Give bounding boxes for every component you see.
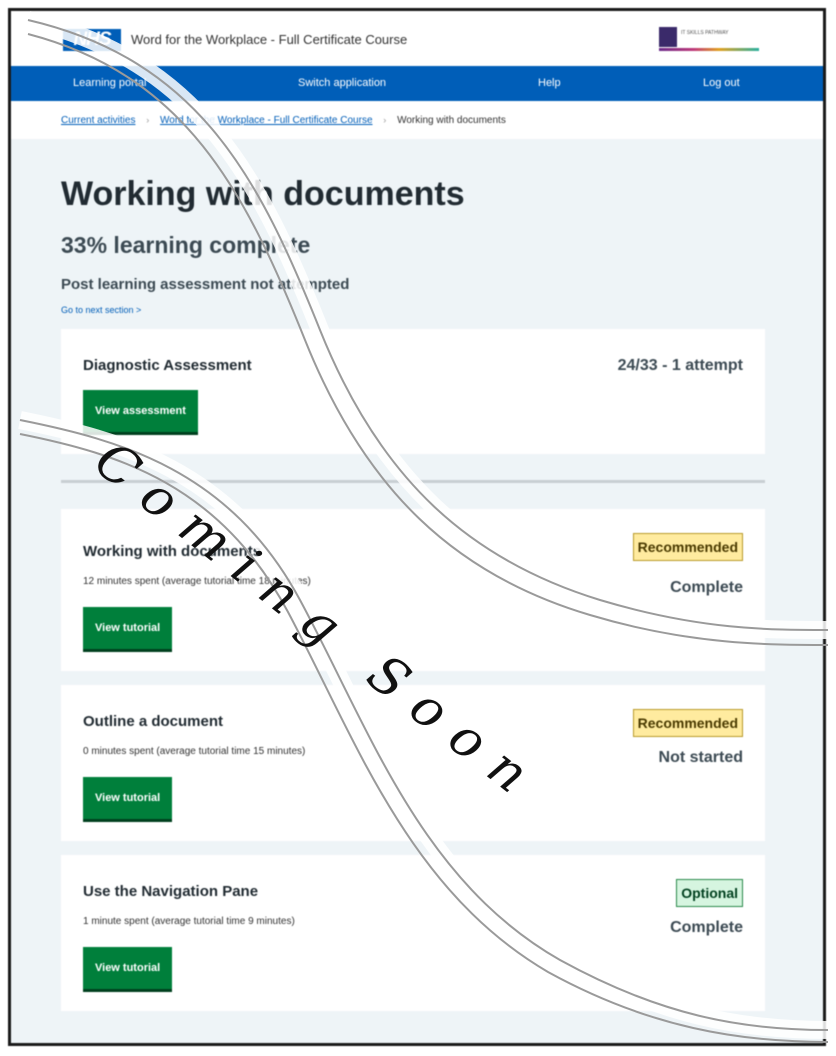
nav-log-out[interactable]: Log out: [703, 77, 740, 89]
main-content: Working with documents 33% learning comp…: [11, 175, 823, 1011]
next-section-link[interactable]: Go to next section >: [61, 305, 765, 315]
view-tutorial-button[interactable]: View tutorial: [83, 607, 173, 649]
page-title: Working with documents: [61, 175, 465, 213]
diagnostic-card: Diagnostic Assessment 24/33 - 1 attempt …: [61, 329, 765, 454]
status-badge: Recommended: [632, 709, 743, 737]
breadcrumb-current: Working with documents: [397, 115, 506, 126]
nav-help[interactable]: Help: [538, 77, 561, 89]
chevron-right-icon: ›: [146, 115, 150, 125]
screenshot-frame: NHS Word for the Workplace - Full Certif…: [8, 8, 826, 1046]
progress-text: 33% learning complete: [61, 232, 311, 258]
diagnostic-score: 24/33 - 1 attempt: [617, 357, 743, 374]
view-assessment-button[interactable]: View assessment: [83, 390, 198, 432]
tutorial-meta: 12 minutes spent (average tutorial time …: [83, 576, 311, 587]
tutorial-meta: 0 minutes spent (average tutorial time 1…: [83, 746, 306, 757]
tutorial-card: Use the Navigation Pane Optional Complet…: [61, 855, 765, 1011]
tutorial-status: Complete: [670, 919, 743, 936]
tutorial-meta: 1 minute spent (average tutorial time 9 …: [83, 916, 295, 927]
status-badge: Optional: [676, 879, 743, 907]
post-assessment-status: Post learning assessment not attempted: [61, 276, 350, 293]
partner-logo-mark: [659, 27, 677, 47]
nav-switch-application[interactable]: Switch application: [298, 77, 386, 89]
tutorial-title: Use the Navigation Pane: [83, 883, 259, 900]
tutorial-status: Not started: [658, 749, 743, 766]
view-tutorial-button[interactable]: View tutorial: [83, 777, 173, 819]
main-nav: Learning portal Switch application Help …: [11, 66, 823, 101]
app-title: Word for the Workplace - Full Certificat…: [131, 32, 408, 47]
tutorial-status: Complete: [670, 579, 743, 596]
view-tutorial-button[interactable]: View tutorial: [83, 947, 173, 989]
breadcrumb-course[interactable]: Word for the Workplace - Full Certificat…: [160, 115, 372, 126]
partner-logo-text: IT SKILLS PATHWAY: [681, 30, 729, 36]
nav-learning-portal[interactable]: Learning portal: [73, 77, 146, 89]
top-header: NHS Word for the Workplace - Full Certif…: [11, 11, 823, 66]
breadcrumb: Current activities › Word for the Workpl…: [11, 101, 823, 139]
breadcrumb-current-activities[interactable]: Current activities: [61, 115, 135, 126]
status-badge: Recommended: [632, 533, 743, 561]
partner-logo-bar: [659, 48, 759, 51]
chevron-right-icon: ›: [383, 115, 387, 125]
partner-logo: IT SKILLS PATHWAY: [659, 27, 759, 53]
nhs-logo[interactable]: NHS: [63, 29, 121, 51]
